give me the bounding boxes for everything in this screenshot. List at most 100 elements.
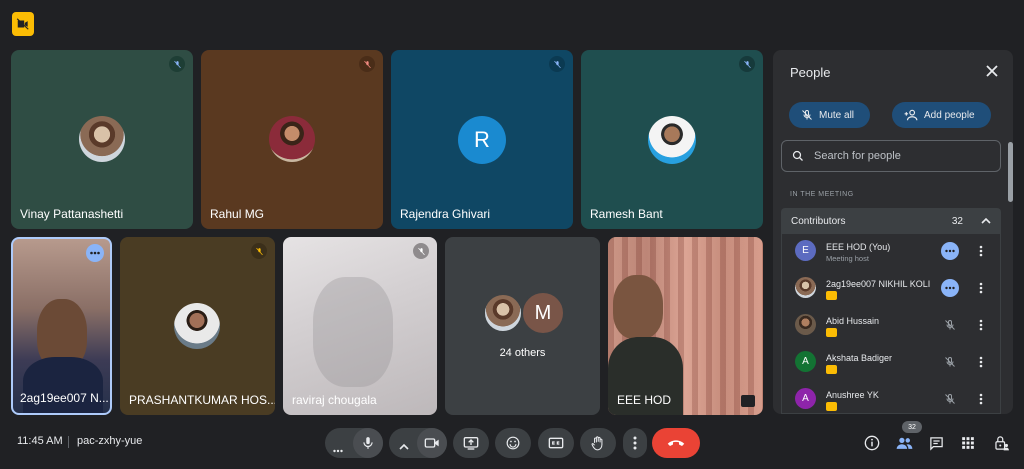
mic-options-icon[interactable] (333, 440, 343, 458)
participant-name: Rahul MG (210, 207, 265, 221)
reactions-button[interactable] (495, 428, 531, 458)
participant-avatar (79, 116, 125, 162)
camera-button[interactable] (417, 428, 447, 458)
participant-name: EEE HOD (617, 393, 672, 407)
leave-call-button[interactable] (652, 428, 700, 458)
panel-scrollbar[interactable] (1008, 142, 1013, 202)
participant-tile[interactable]: 2ag19ee007 N... (11, 237, 112, 415)
meeting-code: pac-zxhy-yue (77, 435, 143, 447)
participant-avatar (795, 277, 816, 298)
camera-icon (424, 438, 439, 448)
participant-tile[interactable]: raviraj chougala (283, 237, 437, 415)
others-avatar-initial: M (521, 291, 565, 335)
participant-tile[interactable]: R Rajendra Ghivari (391, 50, 573, 229)
chevron-up-icon[interactable] (399, 438, 409, 456)
people-button[interactable] (895, 434, 913, 452)
mute-all-button[interactable]: Mute all (789, 102, 870, 128)
list-item[interactable]: 2ag19ee007 NIKHIL KOLI (782, 271, 1000, 307)
mic-off-icon (251, 243, 267, 259)
participant-tile-self[interactable]: EEE HOD (608, 237, 763, 415)
video-person (613, 275, 663, 339)
more-options-button[interactable] (86, 244, 104, 262)
add-person-icon (904, 109, 918, 121)
list-item[interactable]: A Anushree YK (782, 382, 1000, 413)
more-options-icon[interactable] (941, 279, 959, 297)
camera-control-group (389, 428, 447, 458)
contributors-count: 32 (951, 215, 963, 227)
meeting-details-button[interactable] (863, 434, 881, 452)
kebab-menu-icon[interactable] (974, 354, 988, 370)
search-input[interactable]: Search for people (781, 140, 1001, 172)
search-icon (792, 150, 803, 161)
mic-off-icon (359, 56, 375, 72)
hand-raised-badge-icon (826, 402, 837, 411)
others-avatar-photo (483, 293, 523, 333)
participant-avatar-initial: A (795, 388, 816, 409)
participant-name: Anushree YK (826, 390, 879, 400)
captions-button[interactable] (538, 428, 574, 458)
info-icon (864, 435, 880, 451)
participant-name: Abid Hussain (826, 316, 880, 326)
close-icon[interactable] (985, 64, 999, 78)
video-blur (313, 277, 393, 387)
participant-name: 2ag19ee007 N... (20, 391, 109, 405)
list-item[interactable]: A Akshata Badiger (782, 345, 1000, 381)
contributors-header[interactable]: Contributors 32 (781, 208, 1001, 234)
list-item[interactable]: E EEE HOD (You) Meeting host (782, 234, 1000, 270)
mic-off-icon (413, 243, 429, 259)
mic-off-icon (941, 353, 959, 371)
mic-off-icon (549, 56, 565, 72)
add-people-button[interactable]: Add people (892, 102, 991, 128)
host-controls-button[interactable] (992, 434, 1010, 452)
chat-icon (929, 436, 943, 451)
list-item[interactable]: Abid Hussain (782, 308, 1000, 344)
hand-raised-badge-icon (826, 291, 837, 300)
kebab-menu-icon[interactable] (974, 391, 988, 407)
participant-tile[interactable]: Ramesh Bant (581, 50, 763, 229)
search-placeholder: Search for people (814, 150, 901, 162)
participant-name: Ramesh Bant (590, 207, 663, 221)
people-count-badge: 32 (902, 421, 922, 433)
people-icon (896, 437, 912, 449)
microphone-button[interactable] (353, 428, 383, 458)
video-person-body (23, 357, 103, 413)
chat-button[interactable] (927, 434, 945, 452)
mic-off-icon (941, 390, 959, 408)
end-call-icon (667, 440, 685, 446)
participant-avatar (269, 116, 315, 162)
people-panel: People Mute all Add people Search for pe… (773, 50, 1013, 414)
meeting-clock: 11:45 AM (17, 435, 63, 447)
participant-tile[interactable]: PRASHANTKUMAR HOS... (120, 237, 275, 415)
present-screen-button[interactable] (453, 428, 489, 458)
kebab-menu-icon[interactable] (974, 317, 988, 333)
participants-list: E EEE HOD (You) Meeting host 2ag19ee007 … (781, 234, 1001, 414)
mic-off-icon (169, 56, 185, 72)
hand-raised-badge-icon (826, 365, 837, 374)
kebab-menu-icon[interactable] (974, 280, 988, 296)
others-count-label: 24 others (499, 347, 546, 359)
add-people-label: Add people (924, 109, 975, 121)
mic-off-icon (739, 56, 755, 72)
activities-button[interactable] (959, 434, 977, 452)
section-label: IN THE MEETING (790, 191, 854, 198)
raise-hand-button[interactable] (580, 428, 616, 458)
others-tile[interactable]: M 24 others (445, 237, 600, 415)
participant-name: PRASHANTKUMAR HOS... (129, 393, 275, 407)
lock-person-icon (994, 436, 1009, 451)
mic-off-icon (802, 110, 812, 120)
pin-icon[interactable] (741, 395, 755, 407)
panel-title: People (790, 65, 831, 80)
mute-all-label: Mute all (819, 109, 855, 121)
participant-tile[interactable]: Rahul MG (201, 50, 383, 229)
participant-name: Vinay Pattanashetti (20, 207, 124, 221)
participant-tile[interactable]: Vinay Pattanashetti (11, 50, 193, 229)
more-options-icon[interactable] (941, 242, 959, 260)
kebab-menu-icon[interactable] (974, 243, 988, 259)
participant-avatar (795, 314, 816, 335)
more-options-button[interactable] (623, 428, 647, 458)
captions-icon (548, 437, 564, 449)
mic-control-group (325, 428, 383, 458)
emoji-icon (506, 436, 520, 450)
present-screen-icon (463, 437, 479, 450)
camera-off-status-icon (12, 12, 34, 36)
